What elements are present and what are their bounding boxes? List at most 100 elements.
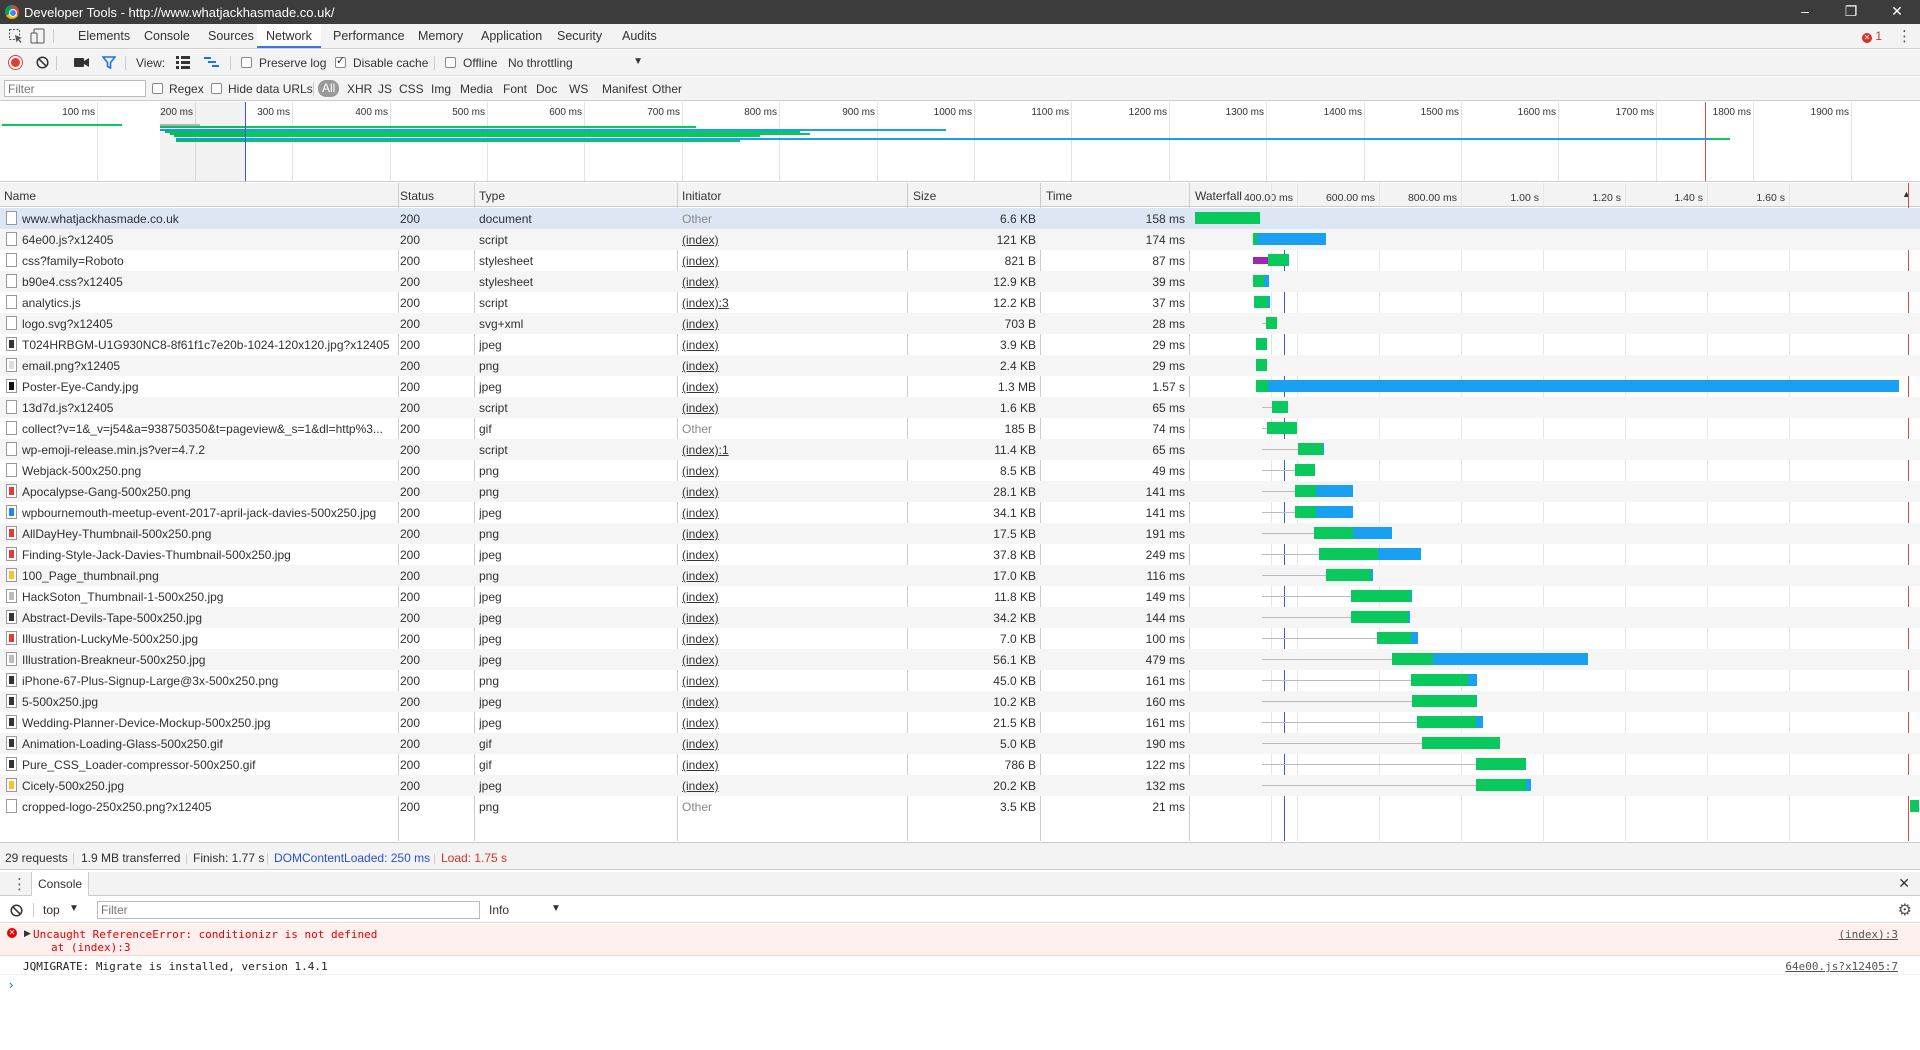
capture-screenshots-icon[interactable] xyxy=(74,57,89,68)
error-counter[interactable]: ✕ 1 xyxy=(1861,29,1882,43)
filter-type-xhr[interactable]: XHR xyxy=(347,82,372,96)
table-row[interactable]: b90e4.css?x12405 200 stylesheet (index) 12.9… xyxy=(0,271,1920,292)
request-initiator[interactable]: (index) xyxy=(682,695,902,709)
table-row[interactable]: Apocalypse-Gang-500x250.png 200 png (index)… xyxy=(0,481,1920,502)
filter-icon[interactable] xyxy=(102,56,116,69)
request-initiator[interactable]: (index) xyxy=(682,632,902,646)
more-options-icon[interactable]: ⋮ xyxy=(1897,27,1912,45)
request-initiator[interactable]: (index) xyxy=(682,233,902,247)
table-row[interactable]: 64e00.js?x12405 200 script (index) 121 KB 174… xyxy=(0,229,1920,250)
request-initiator[interactable]: (index) xyxy=(682,317,902,331)
column-header-time[interactable]: Time xyxy=(1046,189,1072,203)
close-drawer-icon[interactable]: ✕ xyxy=(1898,875,1910,892)
device-toolbar-icon[interactable] xyxy=(30,28,46,44)
request-initiator[interactable]: (index):1 xyxy=(682,443,902,457)
tab-elements[interactable]: Elements xyxy=(69,24,139,48)
large-rows-icon[interactable] xyxy=(176,56,190,69)
filter-type-doc[interactable]: Doc xyxy=(536,82,557,96)
table-row[interactable]: Illustration-LuckyMe-500x250.jpg 200 jpeg (… xyxy=(0,628,1920,649)
table-row[interactable]: wpbournemouth-meetup-event-2017-april-ja… xyxy=(0,502,1920,523)
table-row[interactable]: Illustration-Breakneur-500x250.jpg 200 jpe… xyxy=(0,649,1920,670)
tab-audits[interactable]: Audits xyxy=(613,24,666,48)
filter-type-font[interactable]: Font xyxy=(503,82,527,96)
table-row[interactable]: www.whatjackhasmade.co.uk 200 document Othe… xyxy=(0,208,1920,229)
request-initiator[interactable]: (index) xyxy=(682,653,902,667)
request-initiator[interactable]: (index) xyxy=(682,506,902,520)
context-select[interactable]: top ▼ xyxy=(43,902,83,918)
clear-console-icon[interactable] xyxy=(10,904,23,917)
console-log-message[interactable]: JQMIGRATE: Migrate is installed, version… xyxy=(0,957,1920,975)
tab-memory[interactable]: Memory xyxy=(409,24,472,48)
request-initiator[interactable]: (index) xyxy=(682,611,902,625)
request-initiator[interactable]: (index) xyxy=(682,527,902,541)
table-row[interactable]: 100_Page_thumbnail.png 200 png (index) 17.0 … xyxy=(0,565,1920,586)
request-initiator[interactable]: (index) xyxy=(682,569,902,583)
table-row[interactable]: email.png?x12405 200 png (index) 2.4 KB 29 ms xyxy=(0,355,1920,376)
request-initiator[interactable]: (index) xyxy=(682,485,902,499)
table-row[interactable]: analytics.js 200 script (index):3 12.2 KB 37 … xyxy=(0,292,1920,313)
filter-type-media[interactable]: Media xyxy=(460,82,493,96)
settings-gear-icon[interactable]: ⚙ xyxy=(1898,900,1912,920)
table-row[interactable]: iPhone-67-Plus-Signup-Large@3x-500x250.p… xyxy=(0,670,1920,691)
request-initiator[interactable]: (index) xyxy=(682,590,902,604)
request-initiator[interactable]: (index) xyxy=(682,737,902,751)
inspect-element-icon[interactable] xyxy=(8,28,24,44)
offline-checkbox[interactable] xyxy=(445,57,456,68)
overview-waterfall-icon[interactable] xyxy=(204,56,219,69)
filter-type-js[interactable]: JS xyxy=(378,82,392,96)
throttling-select[interactable]: No throttling ▼ xyxy=(507,54,647,72)
error-source-link[interactable]: (index):3 xyxy=(1838,928,1898,941)
request-initiator[interactable]: (index) xyxy=(682,464,902,478)
filter-input[interactable] xyxy=(4,80,146,97)
request-initiator[interactable]: (index) xyxy=(682,359,902,373)
tab-console[interactable]: Console xyxy=(135,24,199,48)
request-initiator[interactable]: (index) xyxy=(682,548,902,562)
tab-security[interactable]: Security xyxy=(548,24,611,48)
regex-checkbox[interactable] xyxy=(152,83,163,94)
tab-sources[interactable]: Sources xyxy=(199,24,263,48)
console-prompt[interactable]: › xyxy=(0,976,1920,996)
request-initiator[interactable]: (index) xyxy=(682,758,902,772)
hide-data-urls-checkbox[interactable] xyxy=(211,83,222,94)
column-header-name[interactable]: Name xyxy=(4,189,36,203)
drawer-menu-icon[interactable]: ⋮ xyxy=(12,875,27,893)
table-row[interactable]: Abstract-Devils-Tape-500x250.jpg 200 jpeg (… xyxy=(0,607,1920,628)
column-header-type[interactable]: Type xyxy=(479,189,505,203)
expand-triangle-icon[interactable]: ▶ xyxy=(24,928,31,939)
table-row[interactable]: css?family=Roboto 200 stylesheet (index) 821… xyxy=(0,250,1920,271)
filter-type-all[interactable]: All xyxy=(318,80,340,97)
table-row[interactable]: Pure_CSS_Loader-compressor-500x250.gif 20… xyxy=(0,754,1920,775)
network-overview[interactable]: 100 ms 200 ms 300 ms 400 ms 500 ms 600 ms 700 … xyxy=(0,102,1920,182)
drawer-tab-console[interactable]: Console xyxy=(31,872,90,896)
log-source-link[interactable]: 64e00.js?x12405:7 xyxy=(1785,960,1898,973)
table-row[interactable]: Wedding-Planner-Device-Mockup-500x250.jp… xyxy=(0,712,1920,733)
request-initiator[interactable]: (index) xyxy=(682,716,902,730)
close-window-button[interactable]: ✕ xyxy=(1874,0,1920,24)
table-row[interactable]: AllDayHey-Thumbnail-500x250.png 200 png (in… xyxy=(0,523,1920,544)
table-row[interactable]: 13d7d.js?x12405 200 script (index) 1.6 KB 65 … xyxy=(0,397,1920,418)
request-initiator[interactable]: (index) xyxy=(682,380,902,394)
console-filter-input[interactable] xyxy=(97,901,480,919)
request-initiator[interactable]: (index):3 xyxy=(682,296,902,310)
minimize-button[interactable]: – xyxy=(1782,0,1828,24)
filter-type-ws[interactable]: WS xyxy=(569,82,588,96)
filter-type-other[interactable]: Other xyxy=(652,82,682,96)
record-button[interactable] xyxy=(9,56,22,69)
table-row[interactable]: cropped-logo-250x250.png?x12405 200 png Oth… xyxy=(0,796,1920,817)
column-header-size[interactable]: Size xyxy=(913,189,936,203)
table-row[interactable]: Webjack-500x250.png 200 png (index) 8.5 KB 49… xyxy=(0,460,1920,481)
filter-type-img[interactable]: Img xyxy=(431,82,451,96)
column-header-initiator[interactable]: Initiator xyxy=(682,189,721,203)
console-error-message[interactable]: ✕ ▶ Uncaught ReferenceError: conditioniz… xyxy=(0,924,1920,956)
sort-ascending-icon[interactable]: ▲ xyxy=(1902,189,1911,199)
request-initiator[interactable]: (index) xyxy=(682,338,902,352)
tab-application[interactable]: Application xyxy=(472,24,551,48)
request-initiator[interactable]: (index) xyxy=(682,674,902,688)
request-initiator[interactable]: (index) xyxy=(682,254,902,268)
tab-performance[interactable]: Performance xyxy=(324,24,414,48)
table-row[interactable]: T024HRBGM-U1G930NC8-8f61f1c7e20b-1024-12… xyxy=(0,334,1920,355)
maximize-button[interactable]: ❐ xyxy=(1828,0,1874,24)
table-row[interactable]: HackSoton_Thumbnail-1-500x250.jpg 200 jpeg… xyxy=(0,586,1920,607)
table-row[interactable]: wp-emoji-release.min.js?ver=4.7.2 200 scri… xyxy=(0,439,1920,460)
request-initiator[interactable]: (index) xyxy=(682,779,902,793)
